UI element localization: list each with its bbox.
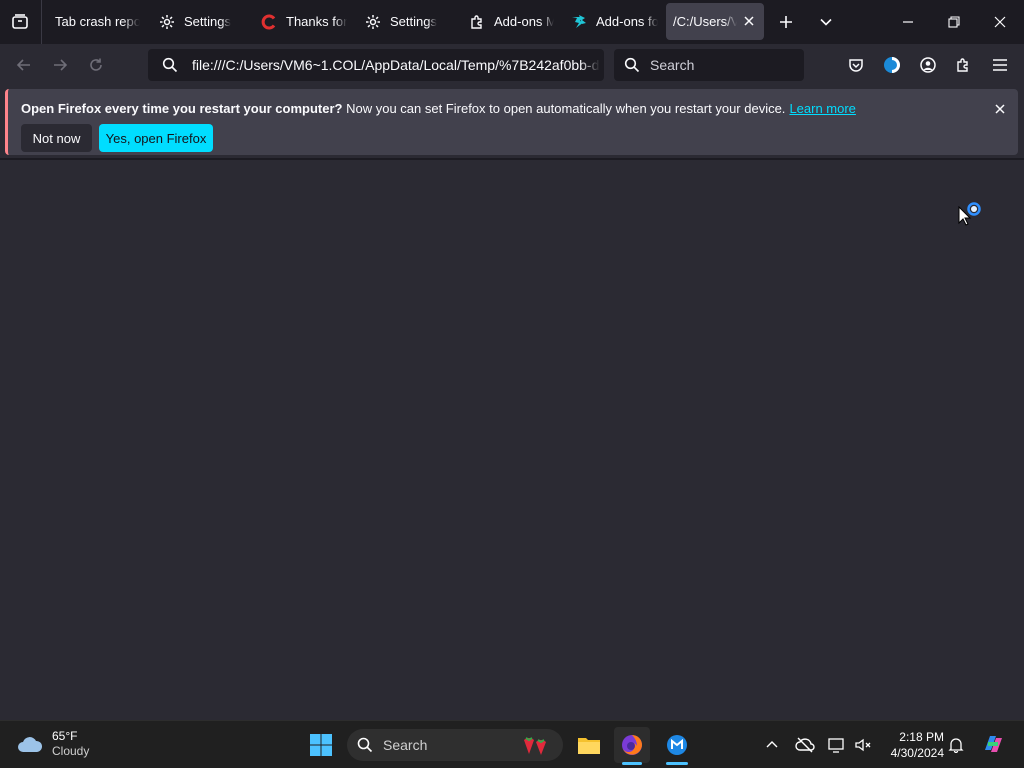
windows-taskbar: 65°F Cloudy Search 2:18 PM 4/30/2024 — [0, 720, 1024, 768]
weather-temp: 65°F — [52, 729, 78, 743]
weather-widget[interactable]: 65°F Cloudy — [16, 729, 89, 759]
yes-open-firefox-button[interactable]: Yes, open Firefox — [99, 124, 213, 152]
show-hidden-icons-button[interactable] — [762, 735, 782, 755]
minimize-button[interactable] — [896, 10, 920, 34]
gear-icon — [158, 13, 176, 31]
volume-muted-icon[interactable] — [852, 735, 874, 755]
display-icon[interactable] — [826, 735, 848, 755]
restore-icon — [948, 16, 960, 28]
tab-active-local-file[interactable]: /C:/Users/VM6 — [666, 3, 764, 40]
close-tab-icon[interactable] — [740, 12, 758, 30]
tab-divider — [41, 0, 42, 44]
puzzle-icon — [468, 13, 486, 31]
arrow-right-icon — [54, 59, 68, 71]
url-text[interactable]: file:///C:/Users/VM6~1.COL/AppData/Local… — [192, 57, 600, 73]
search-icon — [355, 735, 375, 755]
account-icon — [920, 57, 936, 73]
close-window-button[interactable] — [988, 10, 1012, 34]
new-tab-button[interactable] — [774, 10, 798, 34]
notification-message: Open Firefox every time you restart your… — [21, 101, 856, 116]
tab-addons-site[interactable]: Add-ons for — [562, 3, 658, 40]
strawberry-icon — [519, 734, 555, 756]
search-icon — [622, 53, 642, 77]
back-button[interactable] — [12, 53, 36, 77]
puzzle-icon — [957, 58, 968, 72]
tab-settings-2[interactable]: Settings — [356, 3, 452, 40]
extensions-button[interactable] — [952, 53, 976, 77]
search-placeholder: Search — [650, 57, 695, 73]
pocket-button[interactable] — [844, 53, 868, 77]
navigation-toolbar: file:///C:/Users/VM6~1.COL/AppData/Local… — [0, 44, 1024, 86]
weather-condition: Cloudy — [52, 744, 90, 758]
clock-date: 4/30/2024 — [890, 746, 944, 760]
tab-strip: Tab crash report Settings Thanks for Set… — [0, 0, 1024, 44]
mouse-cursor-icon — [958, 205, 972, 231]
minimize-icon — [903, 21, 913, 23]
plus-icon — [780, 16, 792, 28]
app-menu-button[interactable] — [988, 53, 1012, 77]
notification-title: Open Firefox every time you restart your… — [21, 101, 343, 116]
ccleaner-icon — [260, 13, 278, 31]
pocket-icon — [849, 59, 863, 72]
close-notification-button[interactable] — [990, 99, 1010, 119]
url-bar[interactable]: file:///C:/Users/VM6~1.COL/AppData/Local… — [148, 49, 604, 81]
firefox-view-icon — [12, 14, 28, 29]
learn-more-link[interactable]: Learn more — [789, 101, 855, 116]
reload-icon — [90, 58, 102, 71]
taskbar-search-placeholder: Search — [383, 737, 428, 753]
not-now-button[interactable]: Not now — [21, 124, 92, 152]
app-running-indicator — [666, 762, 688, 765]
clock-time: 2:18 PM — [899, 730, 944, 744]
firefox-running-indicator — [622, 762, 642, 765]
arrow-left-icon — [16, 59, 30, 71]
tab-thanks[interactable]: Thanks for — [252, 3, 348, 40]
firefox-taskbar-icon[interactable] — [614, 727, 650, 763]
taskbar-search[interactable]: Search — [347, 729, 563, 761]
gear-icon — [364, 13, 382, 31]
onedrive-offline-icon[interactable] — [794, 735, 816, 755]
system-clock[interactable]: 2:18 PM 4/30/2024 — [880, 729, 944, 761]
addons-site-icon — [570, 13, 588, 31]
search-icon — [158, 53, 182, 77]
copilot-icon[interactable] — [980, 731, 1006, 757]
list-all-tabs-button[interactable] — [814, 10, 838, 34]
tab-crash-report[interactable]: Tab crash report — [48, 3, 140, 40]
notification-bell-icon[interactable] — [946, 735, 966, 755]
close-icon — [995, 104, 1005, 114]
notification-body: Now you can set Firefox to open automati… — [342, 101, 786, 116]
default-browser-notification: Open Firefox every time you restart your… — [5, 89, 1018, 155]
tab-addons-manager[interactable]: Add-ons Manager — [460, 3, 554, 40]
windows-logo-icon — [310, 734, 332, 756]
sync-extension-icon — [884, 57, 900, 73]
forward-button[interactable] — [48, 53, 72, 77]
app-taskbar-icon[interactable] — [662, 729, 692, 761]
chevron-down-icon — [820, 18, 832, 26]
firefox-accounts-sync-button[interactable] — [880, 53, 904, 77]
tab-settings-1[interactable]: Settings — [150, 3, 246, 40]
file-explorer-taskbar-icon[interactable] — [574, 729, 604, 761]
hamburger-menu-icon — [993, 59, 1007, 71]
close-icon — [994, 16, 1006, 28]
reload-button[interactable] — [84, 53, 108, 77]
page-content[interactable] — [0, 160, 1024, 720]
account-button[interactable] — [916, 53, 940, 77]
restore-button[interactable] — [942, 10, 966, 34]
start-button[interactable] — [306, 729, 336, 761]
chevron-up-icon — [766, 741, 778, 748]
weather-text: 65°F Cloudy — [52, 729, 89, 759]
firefox-view-button[interactable] — [8, 10, 32, 34]
cloud-icon — [18, 737, 43, 752]
search-bar[interactable]: Search — [614, 49, 804, 81]
